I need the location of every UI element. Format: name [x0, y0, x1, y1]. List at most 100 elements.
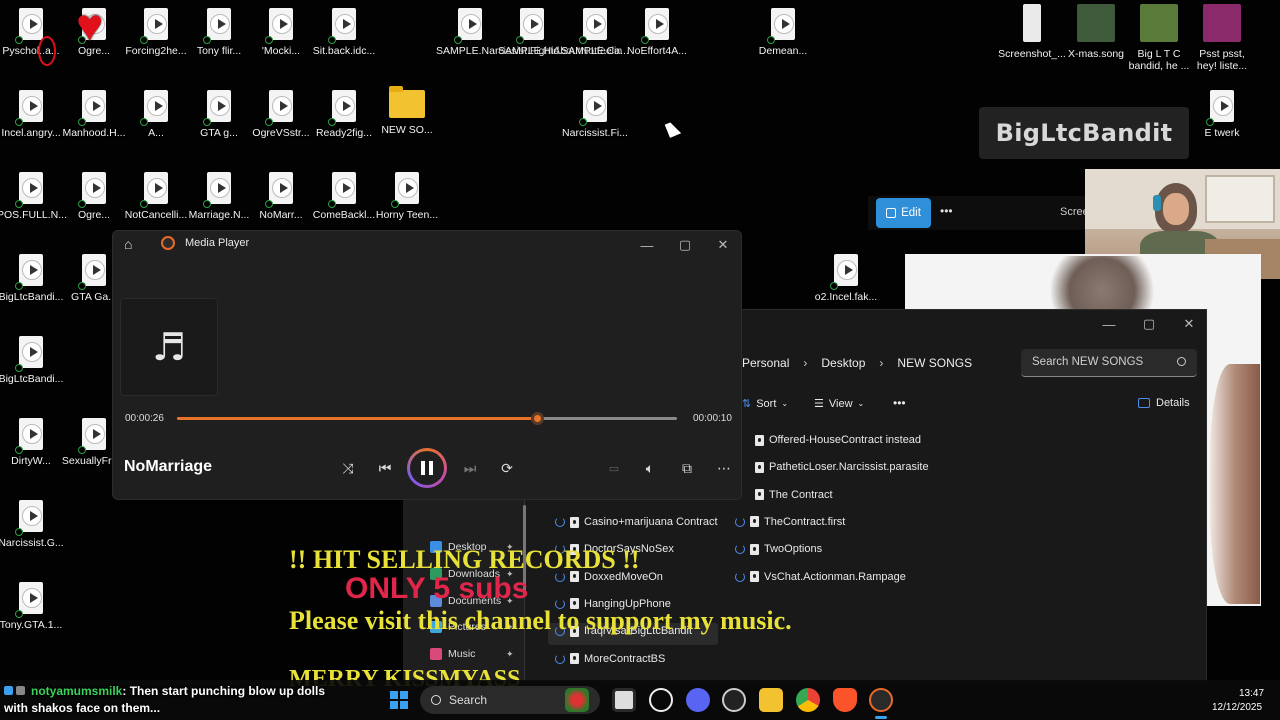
- desktop-icon[interactable]: Narcissist.G...: [0, 500, 65, 549]
- breadcrumb-desktop[interactable]: Desktop: [821, 356, 865, 370]
- desktop-icon[interactable]: GTA g...: [185, 90, 253, 139]
- chat-badge-icon: [4, 686, 13, 695]
- file-explorer-icon[interactable]: [759, 688, 783, 712]
- snip-more-button[interactable]: •••: [940, 204, 953, 218]
- file-item[interactable]: VsChat.Actionman.Rampage: [735, 571, 906, 583]
- player-maximize-button[interactable]: ▢: [666, 231, 704, 259]
- desktop-icon[interactable]: o2.Incel.fak...: [812, 254, 880, 303]
- desktop-icon-label: Forcing2he...: [125, 45, 187, 57]
- explorer-close-button[interactable]: ✕: [1170, 310, 1208, 338]
- pause-icon[interactable]: [407, 448, 447, 488]
- media-player-taskbar-icon[interactable]: [869, 688, 893, 712]
- file-item[interactable]: PatheticLoser.Narcissist.parasite: [755, 461, 929, 473]
- snipping-tool-icon[interactable]: [649, 688, 673, 712]
- edit-button[interactable]: Edit: [876, 198, 931, 228]
- volume-icon[interactable]: 🔈︎: [639, 457, 661, 479]
- sort-button[interactable]: ⇅ Sort ⌄: [742, 397, 788, 411]
- miniplayer-icon[interactable]: ⧉: [676, 457, 698, 479]
- audio-file-icon: [750, 543, 759, 555]
- desktop-icon[interactable]: BigLtcBandi...: [0, 336, 65, 385]
- desktop-icon[interactable]: Big L T C bandid, he ...: [1125, 4, 1193, 72]
- file-item[interactable]: TwoOptions: [735, 543, 822, 555]
- desktop-icon[interactable]: Tony.GTA.1...: [0, 582, 65, 631]
- desktop-icon[interactable]: Demean...: [749, 8, 817, 57]
- desktop-icon[interactable]: SAMPLE.Hid...: [498, 8, 568, 57]
- file-item[interactable]: Casino+marijuana Contract: [555, 516, 718, 528]
- pin-icon[interactable]: ✦: [506, 649, 514, 660]
- obs-icon[interactable]: [722, 688, 746, 712]
- captions-icon[interactable]: ▭: [603, 457, 625, 479]
- file-item[interactable]: MoreContractBS: [555, 653, 665, 665]
- breadcrumb-new-songs[interactable]: NEW SONGS: [897, 356, 972, 370]
- chrome-icon[interactable]: [796, 688, 820, 712]
- desktop-icon[interactable]: Psst psst, hey! liste...: [1188, 4, 1256, 72]
- file-item[interactable]: The Contract: [755, 489, 833, 501]
- desktop-icon[interactable]: NEW SO...: [373, 86, 441, 136]
- repeat-icon[interactable]: ⟳: [496, 457, 518, 479]
- discord-icon[interactable]: [686, 688, 710, 712]
- holiday-widget-icon[interactable]: [565, 688, 589, 712]
- desktop-icon[interactable]: Forcing2he...: [122, 8, 190, 57]
- desktop-icon[interactable]: A...: [122, 90, 190, 139]
- desktop-icon[interactable]: BigLtcBandi...: [0, 254, 65, 303]
- file-item[interactable]: Offered-HouseContract instead: [755, 434, 921, 446]
- breadcrumb-personal[interactable]: Personal: [742, 356, 789, 370]
- play-circle: [335, 96, 355, 116]
- desktop-icon[interactable]: Narcissist.Fi...: [561, 90, 629, 139]
- details-label: Details: [1156, 397, 1190, 409]
- progress-thumb[interactable]: [531, 412, 544, 425]
- desktop-icon[interactable]: E twerk: [1188, 90, 1256, 139]
- desktop-icon[interactable]: Ogre...: [60, 172, 128, 221]
- desktop-icon[interactable]: Incel.angry...: [0, 90, 65, 139]
- previous-icon[interactable]: ⏮: [374, 457, 396, 479]
- desktop-icon[interactable]: Manhood.H...: [60, 90, 128, 139]
- desktop-icon[interactable]: Marriage.N...: [185, 172, 253, 221]
- desktop-icon[interactable]: Screenshot_...: [998, 4, 1066, 60]
- file-name: TwoOptions: [764, 543, 823, 556]
- desktop-icon[interactable]: Ready2fig...: [310, 90, 378, 139]
- search-box[interactable]: Search NEW SONGS: [1021, 349, 1197, 377]
- brave-icon[interactable]: [833, 688, 857, 712]
- desktop-icon[interactable]: SAMPLE.Narcissist.FightAboutNotfeelin: [436, 8, 622, 57]
- next-icon[interactable]: ⏭: [459, 457, 481, 479]
- search-icon: [1177, 357, 1186, 366]
- desktop-icon[interactable]: X-mas.song: [1062, 4, 1130, 60]
- desktop-icon-label: E twerk: [1204, 127, 1240, 139]
- explorer-minimize-button[interactable]: —: [1090, 310, 1128, 338]
- desktop-icon[interactable]: SAMPLE.Ca...: [561, 8, 629, 57]
- desktop-icon-label: GTA g...: [200, 127, 238, 139]
- start-icon[interactable]: [390, 691, 408, 709]
- desktop-icon[interactable]: POS.FULL.N...: [0, 172, 67, 221]
- desktop-icon[interactable]: Horny Teen...: [373, 172, 441, 221]
- task-view-icon[interactable]: [612, 688, 636, 712]
- toolbar-more-button[interactable]: •••: [893, 396, 906, 410]
- desktop-icon[interactable]: ♥ Ogre...: [60, 2, 128, 57]
- desktop-icon[interactable]: Sit.back.idc...: [310, 8, 378, 57]
- desktop-icon[interactable]: OgreVSstr...: [247, 90, 315, 139]
- desktop-icon[interactable]: Tony flir...: [185, 8, 253, 57]
- desktop-icon[interactable]: DirtyW...: [0, 418, 65, 467]
- desktop-icon[interactable]: NoEffort4A...: [623, 8, 691, 57]
- webcam-window: [1205, 175, 1275, 223]
- desktop-icon[interactable]: NotCancelli...: [122, 172, 190, 221]
- media-file-icon: [78, 418, 108, 454]
- desktop-icon[interactable]: 'Mocki...: [247, 8, 315, 57]
- details-button[interactable]: Details: [1138, 397, 1190, 409]
- desktop-icon[interactable]: NoMarr...: [247, 172, 315, 221]
- nav-item[interactable]: Music: [430, 648, 475, 660]
- player-close-button[interactable]: ✕: [704, 231, 742, 259]
- shuffle-icon[interactable]: ⤨: [337, 457, 359, 479]
- player-minimize-button[interactable]: —: [628, 231, 666, 259]
- explorer-maximize-button[interactable]: ▢: [1130, 310, 1168, 338]
- sort-label: Sort: [756, 397, 777, 410]
- progress-track[interactable]: [177, 412, 677, 425]
- more-icon[interactable]: ⋯: [713, 457, 735, 479]
- desktop-icon[interactable]: ComeBackl...: [310, 172, 378, 221]
- view-button[interactable]: ☰ View ⌄: [814, 397, 864, 411]
- sync-status-icon: [328, 36, 336, 44]
- play-circle: [85, 178, 105, 198]
- file-item[interactable]: TheContract.first: [735, 516, 845, 528]
- home-icon[interactable]: ⌂: [124, 236, 140, 252]
- play-circle: [837, 260, 857, 280]
- image-thumbnail-icon: [1077, 4, 1115, 42]
